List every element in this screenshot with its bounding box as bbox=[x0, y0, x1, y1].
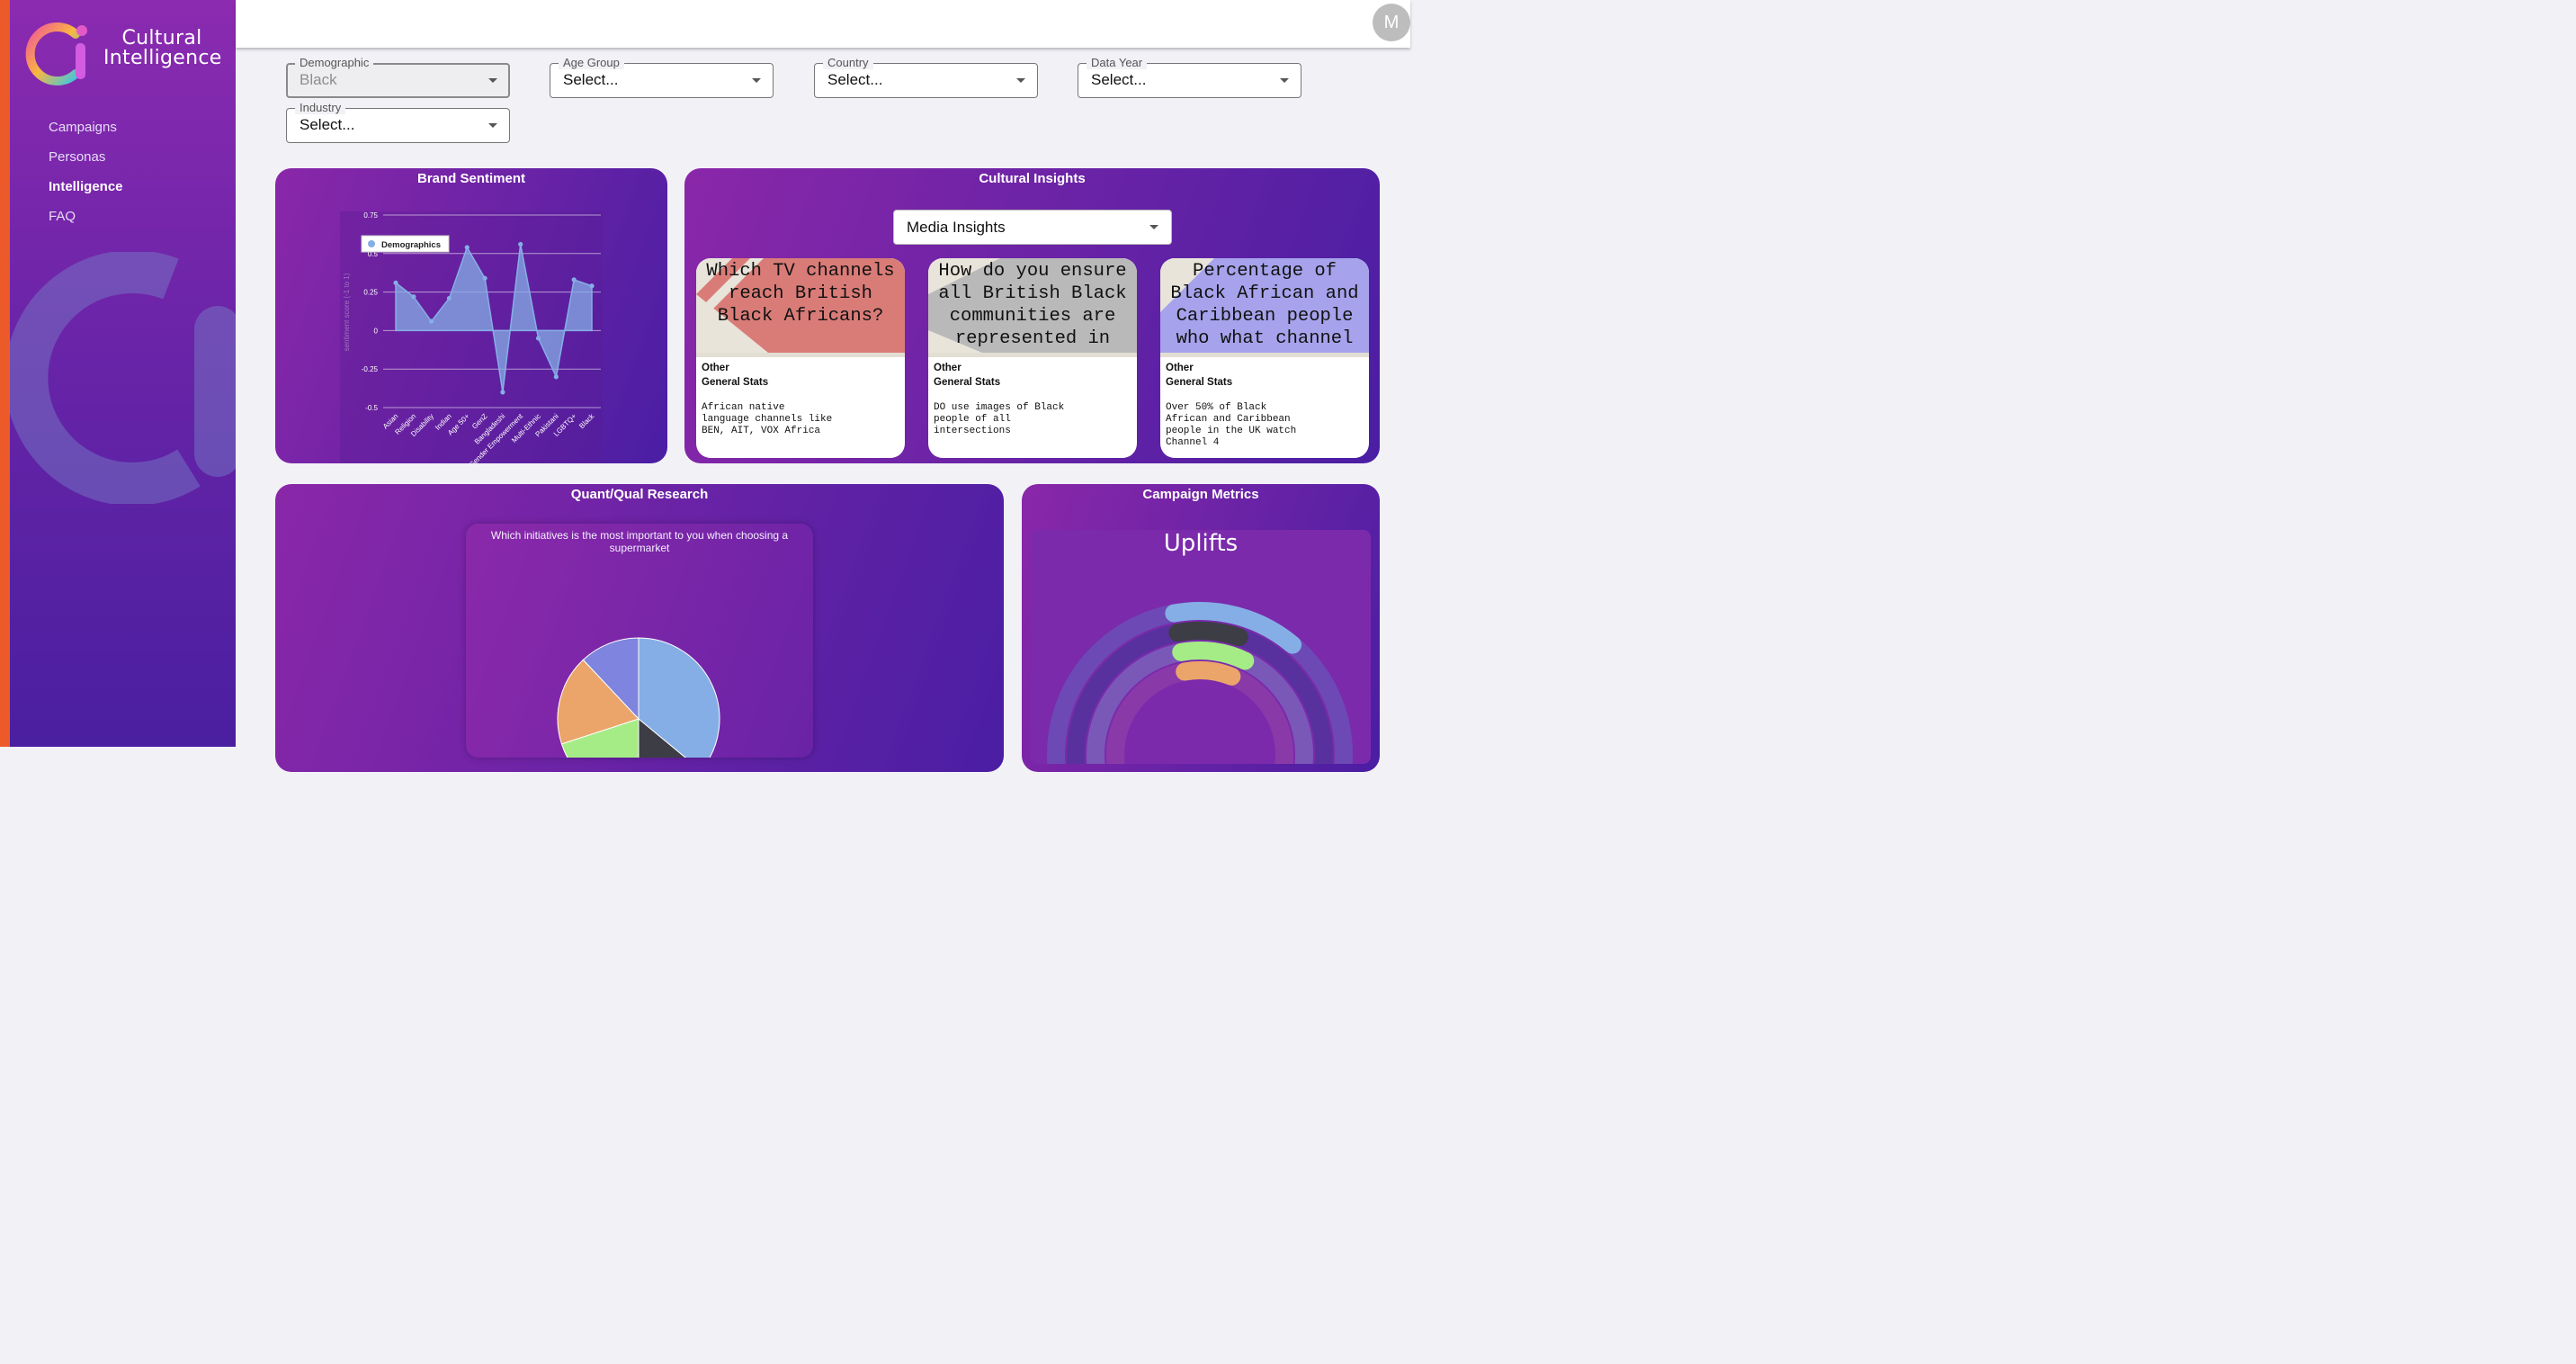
app-name-line2: Intelligence bbox=[103, 47, 222, 69]
age-group-label: Age Group bbox=[559, 56, 624, 69]
top-app-bar: M bbox=[236, 0, 1410, 48]
insight-card-body: Over 50% of Black African and Caribbean … bbox=[1166, 402, 1297, 448]
data-point bbox=[393, 280, 398, 285]
sidebar-item-faq[interactable]: FAQ bbox=[49, 209, 123, 227]
ci-logo-icon bbox=[25, 22, 87, 85]
app-name-line1: Cultural bbox=[121, 27, 202, 49]
insight-type-value: Media Insights bbox=[907, 219, 1006, 236]
data-year-label: Data Year bbox=[1087, 56, 1148, 69]
country-label: Country bbox=[823, 56, 873, 69]
chevron-down-icon bbox=[1016, 78, 1025, 83]
data-point bbox=[411, 294, 416, 300]
age-group-value: Select... bbox=[563, 71, 619, 88]
chevron-down-icon bbox=[488, 123, 497, 128]
research-title: Quant/Qual Research bbox=[570, 487, 709, 502]
chevron-down-icon bbox=[1280, 78, 1289, 83]
research-question-card: Which initiatives is the most important … bbox=[466, 524, 813, 758]
legend-label: Demographics bbox=[381, 240, 441, 250]
user-avatar[interactable]: M bbox=[1373, 4, 1410, 41]
uplifts-radial-chart bbox=[1047, 602, 1353, 764]
sidebar-item-campaigns[interactable]: Campaigns bbox=[49, 120, 123, 138]
age-group-select[interactable]: Age Group Select... bbox=[550, 56, 774, 98]
insight-card-category: Other bbox=[1166, 363, 1194, 373]
data-point bbox=[446, 295, 452, 301]
insight-card[interactable]: Which TV channels reach British Black Af… bbox=[696, 258, 905, 458]
data-point bbox=[482, 275, 487, 281]
y-tick-label: 0.75 bbox=[363, 211, 378, 220]
radial-bar bbox=[1172, 642, 1255, 670]
ci-watermark-icon bbox=[9, 252, 236, 504]
industry-select[interactable]: Industry Select... bbox=[286, 101, 510, 143]
brand-sentiment-chart: 0.750.50.250-0.25-0.5sentiment score (-1… bbox=[340, 211, 603, 463]
data-point bbox=[464, 245, 470, 250]
insight-card-question: How do you ensure all British Black comm… bbox=[938, 261, 1127, 349]
cultural-insights-title: Cultural Insights bbox=[979, 171, 1086, 186]
insight-card-body: African native language channels like BE… bbox=[702, 402, 833, 436]
uplifts-card: Uplifts bbox=[1031, 530, 1371, 764]
insight-card-body: DO use images of Black people of all int… bbox=[934, 402, 1065, 436]
data-point bbox=[518, 241, 523, 247]
campaign-metrics-title: Campaign Metrics bbox=[1142, 487, 1259, 502]
sidebar: Cultural Intelligence Campaigns Personas… bbox=[0, 0, 236, 747]
brand-sentiment-panel: Brand Sentiment 0.75 0.5 0.25 0 -0.25 -0.5 sen… bbox=[275, 168, 667, 463]
chevron-down-icon bbox=[752, 78, 761, 83]
radial-track bbox=[1106, 661, 1293, 764]
insight-card-category: Other bbox=[702, 363, 729, 373]
country-value: Select... bbox=[827, 71, 883, 88]
radial-bar bbox=[1176, 661, 1241, 686]
sidebar-item-personas[interactable]: Personas bbox=[49, 149, 123, 167]
data-point bbox=[589, 283, 595, 289]
data-point bbox=[535, 336, 541, 341]
demographic-select[interactable]: Demographic Black bbox=[286, 56, 510, 98]
data-point bbox=[429, 319, 434, 324]
legend-swatch bbox=[368, 240, 375, 247]
app-logo[interactable]: Cultural Intelligence bbox=[25, 16, 223, 88]
radial-bar bbox=[1168, 622, 1248, 647]
chevron-down-icon bbox=[1149, 225, 1158, 229]
data-point bbox=[571, 277, 577, 283]
data-year-value: Select... bbox=[1091, 71, 1147, 88]
insight-type-select[interactable]: Media Insights bbox=[893, 210, 1172, 245]
data-point bbox=[500, 390, 505, 395]
data-year-select[interactable]: Data Year Select... bbox=[1078, 56, 1301, 98]
y-tick-label: -0.25 bbox=[362, 365, 379, 373]
demographic-value: Black bbox=[300, 71, 337, 88]
demographic-label: Demographic bbox=[295, 56, 374, 69]
y-axis-label: sentiment score (-1 to 1) bbox=[343, 273, 351, 351]
insight-card-subcategory: General Stats bbox=[934, 377, 1001, 388]
insight-card-question: Which TV channels reach British Black Af… bbox=[706, 261, 895, 327]
data-point bbox=[553, 374, 559, 380]
insight-card-category: Other bbox=[934, 363, 962, 373]
sidebar-nav: Campaigns Personas Intelligence FAQ bbox=[49, 120, 123, 238]
research-pie-chart bbox=[557, 637, 720, 758]
insight-card-subcategory: General Stats bbox=[1166, 377, 1233, 388]
sidebar-item-intelligence[interactable]: Intelligence bbox=[49, 179, 123, 197]
chevron-down-icon bbox=[488, 78, 497, 83]
country-select[interactable]: Country Select... bbox=[814, 56, 1038, 98]
insight-card-question: Percentage of Black African and Caribbea… bbox=[1170, 261, 1359, 349]
app-name: Cultural Intelligence bbox=[103, 27, 222, 69]
industry-value: Select... bbox=[300, 116, 355, 133]
industry-label: Industry bbox=[295, 101, 346, 114]
insight-card[interactable]: Percentage of Black African and Caribbea… bbox=[1160, 258, 1369, 458]
y-tick-label: -0.5 bbox=[365, 404, 378, 412]
y-tick-label: 0 bbox=[374, 327, 379, 335]
y-tick-label: 0.25 bbox=[363, 289, 378, 297]
insight-card-subcategory: General Stats bbox=[702, 377, 769, 388]
insight-card[interactable]: How do you ensure all British Black comm… bbox=[928, 258, 1137, 458]
